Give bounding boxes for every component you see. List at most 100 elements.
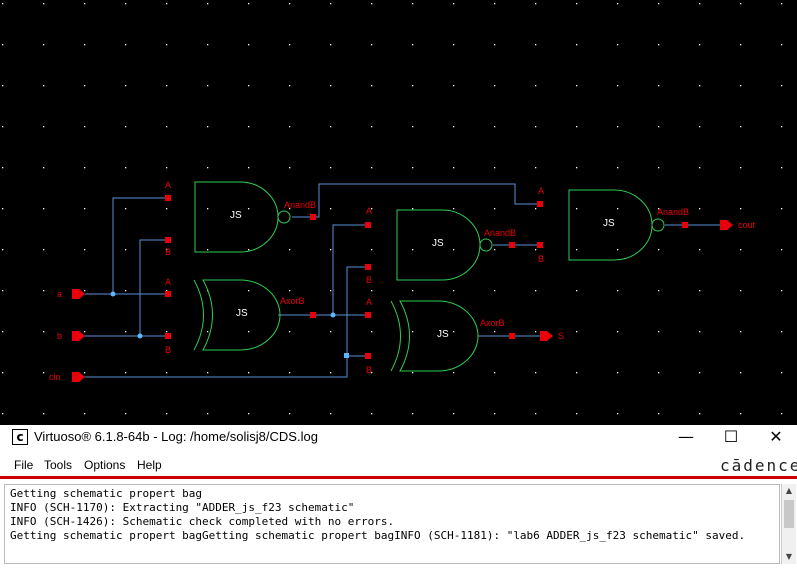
grid-dot (740, 167, 742, 169)
xor-1-port-b: B (165, 345, 171, 355)
grid-dot (535, 126, 537, 128)
grid-dot (699, 85, 701, 87)
grid-dot (248, 167, 250, 169)
pin-cout-label: cout (738, 220, 756, 230)
grid-dot (576, 413, 578, 415)
grid-dot (43, 167, 45, 169)
grid-dot (699, 413, 701, 415)
grid-dot (740, 372, 742, 374)
grid-dot (781, 290, 783, 292)
nand-1-port-b: B (165, 247, 171, 257)
pin-cout[interactable] (720, 220, 733, 230)
grid-dot (371, 413, 373, 415)
nand-3-port-b: B (538, 254, 544, 264)
grid-dot (781, 331, 783, 333)
grid-dot (740, 126, 742, 128)
grid-dot (2, 413, 4, 415)
grid-dot (43, 249, 45, 251)
nand-gate-3-label: JS (603, 218, 615, 229)
grid-dot (699, 290, 701, 292)
grid-dot (330, 331, 332, 333)
pin-a[interactable] (72, 289, 85, 299)
xor-1-port-a: A (165, 277, 171, 287)
grid-dot (453, 126, 455, 128)
grid-dot (617, 85, 619, 87)
grid-dot (412, 331, 414, 333)
log-line: Getting schematic propert bagGetting sch… (10, 529, 746, 542)
grid-dot (248, 413, 250, 415)
grid-dot (412, 249, 414, 251)
grid-dot (330, 249, 332, 251)
pin-b[interactable] (72, 331, 85, 341)
grid-dot (494, 331, 496, 333)
minimize-button[interactable]: — (666, 426, 706, 450)
grid-dot (535, 290, 537, 292)
grid-dot (658, 372, 660, 374)
pin-s[interactable] (540, 331, 553, 341)
maximize-button[interactable]: ☐ (711, 426, 751, 450)
grid-dot (535, 44, 537, 46)
grid-dot (2, 372, 4, 374)
grid-dot (84, 126, 86, 128)
grid-dot (617, 167, 619, 169)
grid-dot (2, 3, 4, 5)
grid-dot (494, 413, 496, 415)
grid-dot (535, 372, 537, 374)
menu-file[interactable]: File (14, 458, 33, 472)
scroll-up-icon[interactable]: ▲ (782, 484, 796, 498)
log-line: INFO (SCH-1170): Extracting "ADDER_js_f2… (10, 501, 355, 514)
pin-a-label: a (57, 289, 62, 299)
grid-dot (125, 372, 127, 374)
grid-dot (412, 126, 414, 128)
grid-dot (576, 85, 578, 87)
grid-dot (453, 3, 455, 5)
grid-dot (84, 208, 86, 210)
grid-dot (699, 249, 701, 251)
grid-dot (125, 3, 127, 5)
close-button[interactable]: ✕ (756, 426, 796, 450)
grid-dot (330, 290, 332, 292)
grid-dot (166, 44, 168, 46)
grid-dot (494, 44, 496, 46)
nand-gate-3-bubble (651, 218, 665, 232)
grid-dot (699, 3, 701, 5)
grid-dot (699, 208, 701, 210)
pin-cin-label: cin (49, 372, 61, 382)
grid-dot (166, 126, 168, 128)
grid-dot (207, 372, 209, 374)
grid-dot (699, 331, 701, 333)
grid-dot (125, 413, 127, 415)
pin-s-label: S (558, 331, 564, 341)
grid-dot (2, 331, 4, 333)
grid-dot (699, 167, 701, 169)
grid-dot (453, 372, 455, 374)
grid-dot (2, 85, 4, 87)
log-scrollbar[interactable]: ▲ ▼ (781, 484, 796, 564)
menu-options[interactable]: Options (84, 458, 125, 472)
grid-dot (412, 372, 414, 374)
grid-dot (166, 413, 168, 415)
grid-dot (617, 290, 619, 292)
grid-dot (535, 3, 537, 5)
scroll-down-icon[interactable]: ▼ (782, 550, 796, 564)
grid-dot (84, 85, 86, 87)
schematic-canvas[interactable]: JS JS JS JS JS a b cin cout S A B A B A … (0, 0, 797, 425)
pin-cin[interactable] (72, 372, 85, 382)
nand-3-output-label: AnandB (657, 207, 689, 217)
scroll-thumb[interactable] (784, 500, 794, 528)
grid-dot (330, 413, 332, 415)
grid-dot (248, 290, 250, 292)
nand-gate-1-bubble (277, 210, 291, 224)
menu-help[interactable]: Help (137, 458, 162, 472)
grid-dot (207, 208, 209, 210)
grid-dot (84, 290, 86, 292)
grid-dot (658, 85, 660, 87)
grid-dot (617, 413, 619, 415)
grid-dot (248, 44, 250, 46)
grid-dot (330, 85, 332, 87)
grid-dot (412, 413, 414, 415)
menu-tools[interactable]: Tools (44, 458, 72, 472)
grid-dot (494, 290, 496, 292)
grid-dot (43, 208, 45, 210)
xor-2-port-a: A (366, 297, 372, 307)
